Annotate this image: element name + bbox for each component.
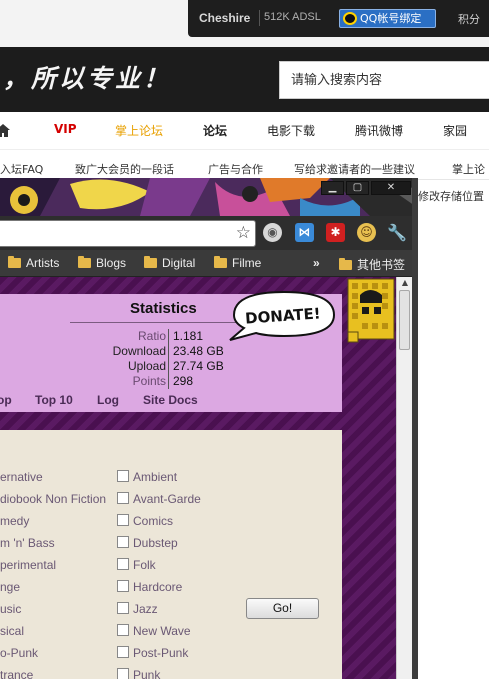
genre-left-4: perimental	[0, 558, 57, 572]
genre-left-2: medy	[0, 514, 30, 528]
checkbox-hardcore[interactable]	[117, 580, 129, 592]
points-link[interactable]: 积分	[458, 11, 480, 27]
subnav-invite-tips[interactable]: 写给求邀请者的一些建议	[294, 161, 415, 177]
genre-left-6: usic	[0, 602, 22, 616]
folder-icon	[8, 256, 21, 268]
checkbox-avant-garde[interactable]	[117, 492, 129, 504]
folder-icon	[339, 258, 352, 270]
checkbox-post-punk[interactable]	[117, 646, 129, 658]
genre-comics[interactable]: Comics	[133, 514, 173, 528]
minimize-button[interactable]: ▁	[321, 181, 344, 195]
genre-post-punk[interactable]: Post-Punk	[133, 646, 188, 660]
user-network: 512K ADSL	[264, 11, 321, 23]
browser-window: ▁ ▢ ✕ ☆ ◉ ⋈ ✱ ☺ 🔧 Artists Blogs Digital …	[0, 178, 418, 679]
site-nav-log[interactable]: Log	[97, 393, 119, 407]
forum-sub-nav: 入坛FAQ 致广大会员的一段话 广告与合作 写给求邀请者的一些建议 掌上论	[0, 150, 489, 180]
username-link[interactable]: Cheshire	[199, 11, 250, 25]
folder-icon	[78, 256, 91, 268]
nav-home-space[interactable]: 家园	[443, 122, 467, 139]
folder-icon	[144, 256, 157, 268]
genre-left-7: sical	[0, 624, 25, 638]
forum-main-nav: VIP 掌上论坛 论坛 电影下载 腾讯微博 家园	[0, 112, 489, 150]
site-nav-site-docs[interactable]: Site Docs	[143, 393, 198, 407]
page-scrollbar[interactable]: ▲	[396, 277, 412, 679]
forum-slogan: ，所以专业！	[3, 64, 172, 93]
separator	[259, 10, 260, 26]
subnav-ads[interactable]: 广告与合作	[208, 161, 263, 177]
genre-left-9: trance	[0, 668, 34, 679]
address-bar[interactable]: ☆	[0, 220, 256, 247]
nav-mobile-forum[interactable]: 掌上论坛	[115, 122, 163, 139]
stats-title: Statistics	[130, 300, 197, 317]
qq-bind-button[interactable]: QQ帐号绑定	[339, 9, 436, 28]
nav-vip[interactable]: VIP	[54, 122, 77, 136]
scrollbar-thumb[interactable]	[399, 290, 410, 350]
nav-tencent-weibo[interactable]: 腾讯微博	[355, 122, 403, 139]
checkbox-folk[interactable]	[117, 558, 129, 570]
other-bookmarks-folder[interactable]: 其他书签	[339, 256, 405, 273]
user-bar: Cheshire 512K ADSL QQ帐号绑定 积分	[188, 0, 489, 37]
subnav-mobile[interactable]: 掌上论	[452, 161, 485, 177]
genre-filter-panel: ernative diobook Non Fiction medy m 'n' …	[0, 430, 342, 679]
window-frame-edge	[412, 178, 418, 679]
genre-left-5: nge	[0, 580, 21, 594]
genre-folk[interactable]: Folk	[133, 558, 156, 572]
checkbox-comics[interactable]	[117, 514, 129, 526]
extension-globe-icon[interactable]: ◉	[263, 223, 282, 242]
genre-jazz[interactable]: Jazz	[133, 602, 158, 616]
checkbox-punk[interactable]	[117, 668, 129, 679]
checkbox-new-wave[interactable]	[117, 624, 129, 636]
genre-hardcore[interactable]: Hardcore	[133, 580, 182, 594]
subnav-faq[interactable]: 入坛FAQ	[0, 161, 43, 177]
stat-points: Points 298	[132, 374, 194, 389]
home-icon[interactable]	[0, 124, 10, 137]
site-nav-top10[interactable]: Top 10	[35, 393, 73, 407]
mascot-illustration	[347, 278, 395, 343]
go-button[interactable]: Go!	[246, 598, 319, 619]
genre-dubstep[interactable]: Dubstep	[133, 536, 178, 550]
bookmarks-bar: Artists Blogs Digital Filme » 其他书签	[0, 250, 418, 277]
qq-bind-label: QQ帐号绑定	[360, 12, 422, 25]
extension-face-icon[interactable]: ☺	[357, 223, 376, 242]
genre-left-0: ernative	[0, 470, 43, 484]
folder-icon	[214, 256, 227, 268]
site-nav-top[interactable]: op	[0, 393, 12, 407]
genre-left-8: o-Punk	[0, 646, 39, 660]
genre-new-wave[interactable]: New Wave	[133, 624, 191, 638]
checkbox-dubstep[interactable]	[117, 536, 129, 548]
change-storage-link[interactable]: 修改存储位置	[418, 188, 484, 204]
stat-upload: Upload 27.74 GB	[127, 359, 224, 374]
maximize-button[interactable]: ▢	[346, 181, 369, 195]
close-button[interactable]: ✕	[371, 181, 411, 195]
nav-forum[interactable]: 论坛	[203, 122, 227, 139]
nav-movie-download[interactable]: 电影下载	[267, 122, 315, 139]
bookmarks-overflow-chevron-icon[interactable]: »	[313, 256, 320, 270]
bookmark-star-icon[interactable]: ☆	[236, 223, 251, 243]
bookmark-folder-filme[interactable]: Filme	[214, 256, 261, 270]
search-input[interactable]	[280, 62, 489, 98]
extension-bowtie-icon[interactable]: ⋈	[295, 223, 314, 242]
genre-left-1: diobook Non Fiction	[0, 492, 107, 506]
forum-search-box[interactable]	[279, 61, 489, 99]
genre-punk[interactable]: Punk	[133, 668, 160, 679]
bookmark-folder-digital[interactable]: Digital	[144, 256, 195, 270]
genre-left-3: m 'n' Bass	[0, 536, 55, 550]
wrench-menu-icon[interactable]: 🔧	[387, 223, 407, 242]
stat-download: Download 23.48 GB	[112, 344, 224, 359]
subnav-members-note[interactable]: 致广大会员的一段话	[75, 161, 174, 177]
checkbox-jazz[interactable]	[117, 602, 129, 614]
qq-penguin-icon	[343, 12, 357, 25]
extension-asterisk-icon[interactable]: ✱	[326, 223, 345, 242]
donate-speech-bubble[interactable]: DONATE!	[226, 288, 344, 342]
bookmark-folder-artists[interactable]: Artists	[8, 256, 59, 270]
checkbox-ambient[interactable]	[117, 470, 129, 482]
scroll-up-arrow-icon[interactable]: ▲	[400, 279, 410, 287]
genre-ambient[interactable]: Ambient	[133, 470, 177, 484]
genre-avant-garde[interactable]: Avant-Garde	[133, 492, 201, 506]
bookmark-folder-blogs[interactable]: Blogs	[78, 256, 126, 270]
